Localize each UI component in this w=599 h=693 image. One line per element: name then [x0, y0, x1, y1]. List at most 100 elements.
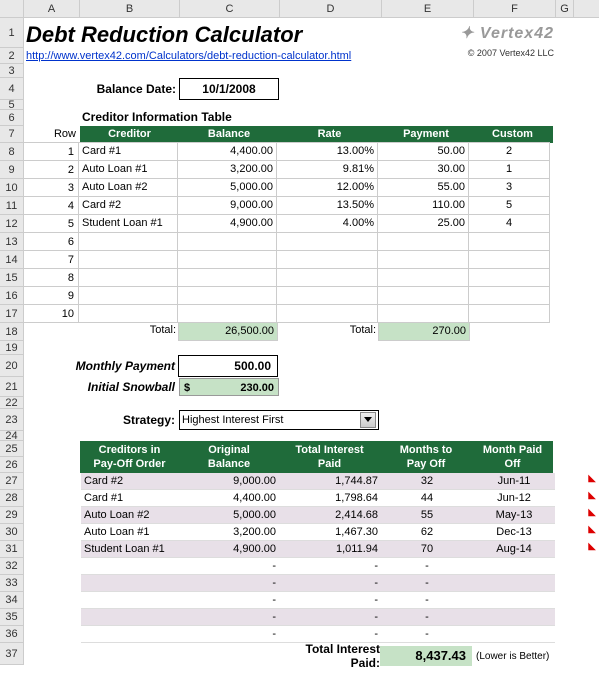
creditor-balance[interactable]: 9,000.00: [177, 196, 277, 215]
strategy-select[interactable]: Highest Interest First: [179, 410, 379, 430]
creditor-payment[interactable]: [377, 268, 469, 287]
creditor-row[interactable]: 6: [24, 233, 599, 251]
row-header[interactable]: 34: [0, 592, 24, 609]
creditor-rate[interactable]: [276, 286, 378, 305]
creditor-balance[interactable]: 3,200.00: [177, 160, 277, 179]
creditor-rate[interactable]: 13.00%: [276, 142, 378, 161]
creditor-rate[interactable]: 4.00%: [276, 214, 378, 233]
creditor-balance[interactable]: 5,000.00: [177, 178, 277, 197]
creditor-rate[interactable]: 12.00%: [276, 178, 378, 197]
row-header[interactable]: 10: [0, 179, 24, 197]
row-header[interactable]: 19: [0, 341, 24, 355]
creditor-rate[interactable]: 13.50%: [276, 196, 378, 215]
row-header[interactable]: 31: [0, 541, 24, 558]
monthly-payment-input[interactable]: 500.00: [178, 355, 278, 377]
creditor-custom[interactable]: [468, 268, 550, 287]
dropdown-icon[interactable]: [360, 412, 376, 428]
creditor-payment[interactable]: 30.00: [377, 160, 469, 179]
creditor-name[interactable]: [78, 268, 178, 287]
row-header[interactable]: 25: [0, 441, 24, 457]
creditor-row[interactable]: 7: [24, 251, 599, 269]
creditor-payment[interactable]: [377, 286, 469, 305]
creditor-name[interactable]: Card #1: [78, 142, 178, 161]
row-header[interactable]: 37: [0, 643, 24, 665]
creditor-name[interactable]: [78, 232, 178, 251]
row-header[interactable]: 16: [0, 287, 24, 305]
creditor-name[interactable]: [78, 250, 178, 269]
creditor-payment[interactable]: 25.00: [377, 214, 469, 233]
creditor-payment[interactable]: [377, 250, 469, 269]
source-link[interactable]: http://www.vertex42.com/Calculators/debt…: [24, 48, 380, 64]
creditor-row[interactable]: 8: [24, 269, 599, 287]
creditor-payment[interactable]: 110.00: [377, 196, 469, 215]
row-header[interactable]: 14: [0, 251, 24, 269]
row-header[interactable]: 32: [0, 558, 24, 575]
row-header[interactable]: 24: [0, 431, 24, 441]
creditor-row[interactable]: 3Auto Loan #25,000.0012.00%55.003: [24, 179, 599, 197]
creditor-balance[interactable]: [177, 268, 277, 287]
row-header[interactable]: 9: [0, 161, 24, 179]
row-header[interactable]: 30: [0, 524, 24, 541]
row-header[interactable]: 5: [0, 100, 24, 110]
creditor-name[interactable]: [78, 304, 178, 323]
creditor-row[interactable]: 5Student Loan #14,900.004.00%25.004: [24, 215, 599, 233]
row-header[interactable]: 13: [0, 233, 24, 251]
creditor-rate[interactable]: 9.81%: [276, 160, 378, 179]
row-header[interactable]: 4: [0, 78, 24, 100]
creditor-custom[interactable]: [468, 232, 550, 251]
row-header[interactable]: 22: [0, 397, 24, 409]
creditor-custom[interactable]: 3: [468, 178, 550, 197]
creditor-rate[interactable]: [276, 304, 378, 323]
creditor-row[interactable]: 2Auto Loan #13,200.009.81%30.001: [24, 161, 599, 179]
creditor-row[interactable]: 10: [24, 305, 599, 323]
creditor-row[interactable]: 9: [24, 287, 599, 305]
creditor-balance[interactable]: [177, 304, 277, 323]
creditor-custom[interactable]: 5: [468, 196, 550, 215]
row-header[interactable]: 2: [0, 48, 24, 64]
row-header[interactable]: 23: [0, 409, 24, 431]
creditor-name[interactable]: Card #2: [78, 196, 178, 215]
row-header[interactable]: 28: [0, 490, 24, 507]
creditor-name[interactable]: Student Loan #1: [78, 214, 178, 233]
creditor-balance[interactable]: 4,400.00: [177, 142, 277, 161]
creditor-payment[interactable]: 50.00: [377, 142, 469, 161]
row-header[interactable]: 18: [0, 323, 24, 341]
row-header[interactable]: 17: [0, 305, 24, 323]
row-header[interactable]: 11: [0, 197, 24, 215]
creditor-balance[interactable]: [177, 232, 277, 251]
creditor-name[interactable]: Auto Loan #1: [78, 160, 178, 179]
row-header[interactable]: 7: [0, 126, 24, 143]
creditor-payment[interactable]: 55.00: [377, 178, 469, 197]
creditor-row[interactable]: 4Card #29,000.0013.50%110.005: [24, 197, 599, 215]
creditor-name[interactable]: Auto Loan #2: [78, 178, 178, 197]
row-header[interactable]: 27: [0, 473, 24, 490]
creditor-custom[interactable]: 1: [468, 160, 550, 179]
creditor-custom[interactable]: [468, 304, 550, 323]
creditor-rate[interactable]: [276, 268, 378, 287]
creditor-custom[interactable]: [468, 250, 550, 269]
row-header[interactable]: 33: [0, 575, 24, 592]
row-header[interactable]: 29: [0, 507, 24, 524]
row-header[interactable]: 36: [0, 626, 24, 643]
row-header[interactable]: 1: [0, 18, 24, 48]
row-header[interactable]: 15: [0, 269, 24, 287]
row-header[interactable]: 12: [0, 215, 24, 233]
row-header[interactable]: 3: [0, 64, 24, 78]
creditor-custom[interactable]: 4: [468, 214, 550, 233]
row-header[interactable]: 35: [0, 609, 24, 626]
creditor-row[interactable]: 1Card #14,400.0013.00%50.002: [24, 143, 599, 161]
creditor-name[interactable]: [78, 286, 178, 305]
creditor-balance[interactable]: [177, 250, 277, 269]
creditor-payment[interactable]: [377, 304, 469, 323]
creditor-balance[interactable]: [177, 286, 277, 305]
row-header[interactable]: 8: [0, 143, 24, 161]
balance-date-input[interactable]: 10/1/2008: [179, 78, 279, 100]
creditor-custom[interactable]: [468, 286, 550, 305]
creditor-payment[interactable]: [377, 232, 469, 251]
creditor-custom[interactable]: 2: [468, 142, 550, 161]
row-header[interactable]: 26: [0, 457, 24, 473]
row-header[interactable]: 20: [0, 355, 24, 377]
creditor-rate[interactable]: [276, 232, 378, 251]
creditor-balance[interactable]: 4,900.00: [177, 214, 277, 233]
row-header[interactable]: 21: [0, 377, 24, 397]
